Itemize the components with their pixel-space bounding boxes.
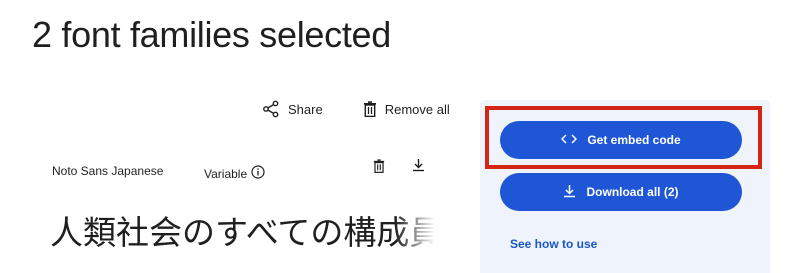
- page-title: 2 font families selected: [32, 14, 391, 55]
- font-family-name: Noto Sans Japanese: [52, 164, 164, 178]
- remove-all-label: Remove all: [384, 101, 450, 117]
- download-all-label: Download all (2): [586, 185, 679, 199]
- font-family-row: Noto Sans Japanese Variable: [52, 156, 432, 186]
- font-preview: 人類社会のすべての構成員: [50, 208, 435, 258]
- see-how-to-use-link[interactable]: See how to use: [510, 237, 597, 251]
- preview-fade: [395, 208, 435, 258]
- share-icon: [262, 100, 280, 118]
- remove-family-button[interactable]: [373, 159, 385, 178]
- get-embed-code-button[interactable]: Get embed code: [500, 121, 742, 159]
- info-icon[interactable]: [251, 165, 265, 182]
- trash-icon: [373, 159, 385, 177]
- get-embed-code-label: Get embed code: [587, 133, 681, 147]
- selection-toolbar: Share Remove all: [262, 100, 450, 118]
- code-icon: [561, 133, 578, 148]
- trash-icon: [363, 101, 377, 117]
- download-icon: [563, 184, 576, 201]
- preview-text: 人類社会のすべての構成員: [50, 213, 435, 252]
- variable-label: Variable: [204, 166, 248, 181]
- download-family-button[interactable]: [412, 158, 425, 177]
- side-panel: Get embed code Download all (2) See how …: [480, 100, 770, 273]
- font-selection-page: 2 font families selected Share Remove al…: [0, 0, 800, 273]
- variable-badge: Variable: [204, 165, 265, 182]
- share-button[interactable]: Share: [262, 100, 323, 118]
- download-icon: [412, 159, 425, 176]
- download-all-button[interactable]: Download all (2): [500, 173, 742, 211]
- share-label: Share: [288, 101, 323, 117]
- remove-all-button[interactable]: Remove all: [363, 101, 450, 117]
